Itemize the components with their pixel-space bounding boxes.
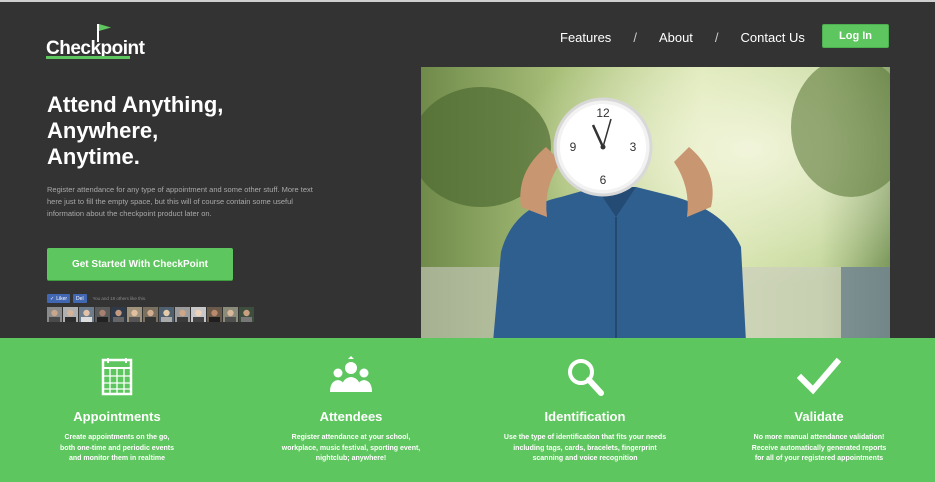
facebook-share-button[interactable]: Del (73, 294, 87, 303)
avatar[interactable] (239, 307, 254, 322)
thumbs-up-icon: ✓ (50, 295, 55, 302)
svg-text:9: 9 (570, 140, 577, 154)
avatar[interactable] (127, 307, 142, 322)
headline-line: Anywhere, (47, 118, 159, 143)
avatar[interactable] (159, 307, 174, 322)
feature-title: Identification (544, 409, 626, 424)
hero-headline: Attend Anything, Anywhere, Anytime. (47, 92, 223, 170)
feature-desc-line: Create appointments on the go, (64, 434, 170, 441)
search-icon (568, 359, 604, 396)
feature-desc-line: No more manual attendance validation! (753, 434, 885, 441)
feature-desc-line: for all of your registered appointments (754, 455, 884, 462)
checkmark-icon (797, 357, 841, 395)
avatar[interactable] (175, 307, 190, 322)
feature-desc-line: Use the type of identification that fits… (503, 434, 667, 441)
avatar[interactable] (223, 307, 238, 322)
logo-underline (46, 56, 130, 59)
friend-avatars (47, 307, 267, 322)
avatar[interactable] (79, 307, 94, 322)
avatar[interactable] (47, 307, 62, 322)
avatar[interactable] (207, 307, 222, 322)
feature-title: Attendees (319, 409, 383, 424)
people-icon (330, 356, 372, 392)
avatar[interactable] (191, 307, 206, 322)
get-started-button[interactable]: Get Started With CheckPoint (47, 248, 233, 280)
svg-text:12: 12 (596, 106, 610, 120)
nav-features[interactable]: Features (560, 30, 611, 45)
feature-description: Create appointments on the go, both one-… (2, 433, 232, 465)
avatar[interactable] (143, 307, 158, 322)
headline-line: Attend Anything, (47, 92, 224, 117)
like-count-text: You and 18 others like this. (92, 296, 147, 301)
avatar[interactable] (95, 307, 110, 322)
nav-contact-us[interactable]: Contact Us (741, 30, 805, 45)
main-nav: Features / About / Contact Us (560, 30, 805, 45)
feature-desc-line: scanning and voice recognition (532, 455, 638, 462)
feature-desc-line: and monitor them in realtime (68, 455, 166, 462)
feature-desc-line: nightclub; anywhere! (315, 455, 387, 462)
feature-description: Register attendance at your school, work… (236, 433, 466, 465)
feature-description: No more manual attendance validation! Re… (704, 433, 934, 465)
login-button[interactable]: Log In (822, 24, 889, 48)
checkpoint-logo[interactable]: Checkpoint (46, 22, 145, 62)
feature-desc-line: Receive automatically generated reports (751, 444, 887, 452)
avatar[interactable] (63, 307, 78, 322)
hero-photo-man-holding-clock: 12 3 6 9 (421, 67, 890, 342)
headline-line: Anytime. (47, 144, 140, 169)
nav-separator: / (714, 30, 719, 45)
calendar-icon (101, 358, 133, 396)
feature-title: Appointments (73, 409, 161, 424)
feature-desc-line: including tags, cards, bracelets, finger… (513, 444, 657, 452)
facebook-like-button[interactable]: ✓ Liker (47, 294, 71, 303)
facebook-like-widget: ✓ Liker Del You and 18 others like this. (47, 294, 267, 322)
svg-text:3: 3 (630, 140, 637, 154)
feature-desc-line: workplace, music festival, sporting even… (281, 444, 421, 452)
feature-desc-line: both one-time and periodic events (60, 444, 174, 452)
feature-description: Use the type of identification that fits… (470, 433, 700, 465)
hero-description: Register attendance for any type of appo… (47, 185, 313, 218)
feature-desc-line: Register attendance at your school, (291, 434, 411, 441)
feature-title: Validate (794, 409, 844, 424)
svg-text:6: 6 (600, 173, 607, 187)
nav-separator: / (633, 30, 637, 45)
hero-section: Checkpoint Features / About / Contact Us… (0, 2, 935, 342)
avatar[interactable] (111, 307, 126, 322)
nav-about[interactable]: About (659, 30, 693, 45)
features-band: Appointments Create appointments on the … (0, 338, 935, 482)
like-label: Liker (56, 295, 68, 302)
